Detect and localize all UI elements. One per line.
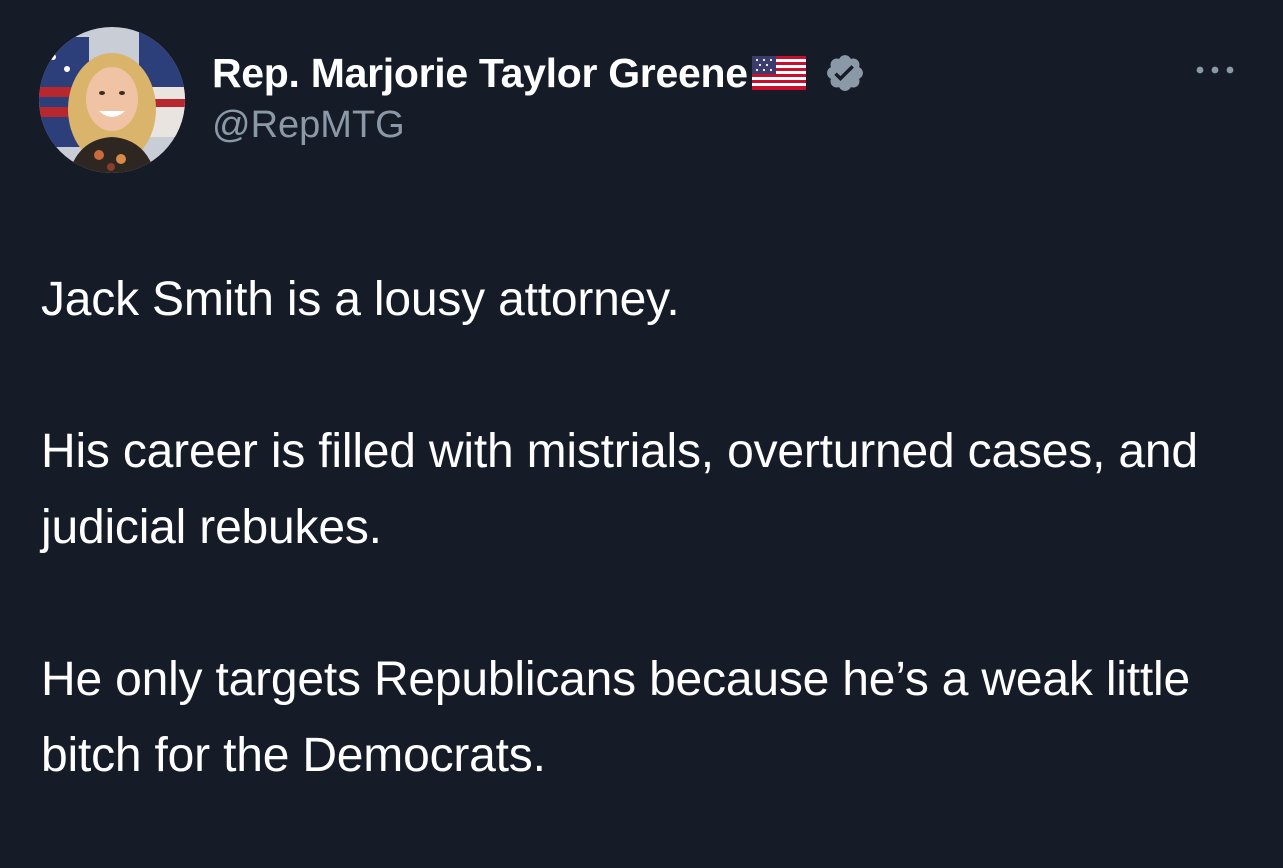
author-handle[interactable]: @RepMTG <box>212 104 866 147</box>
tweet-paragraph: His career is filled with mistrials, ove… <box>41 425 1198 554</box>
verified-badge-icon[interactable] <box>824 52 866 94</box>
author-name-row: Rep. Marjorie Taylor Greene <box>212 48 866 98</box>
tweet-paragraph: He only targets Republicans because he’s… <box>41 653 1190 782</box>
author-avatar[interactable] <box>39 27 185 173</box>
tweet-text: Jack Smith is a lousy attorney. His care… <box>41 262 1241 794</box>
more-options-icon[interactable] <box>1190 58 1240 82</box>
us-flag-icon <box>751 56 806 90</box>
author-header: Rep. Marjorie Taylor Greene @RepMTG <box>212 48 866 147</box>
tweet-card: Rep. Marjorie Taylor Greene @RepMTG Jack… <box>0 0 1283 868</box>
avatar-image <box>39 27 185 173</box>
tweet-paragraph: Jack Smith is a lousy attorney. <box>41 273 680 326</box>
author-display-name[interactable]: Rep. Marjorie Taylor Greene <box>212 50 748 97</box>
